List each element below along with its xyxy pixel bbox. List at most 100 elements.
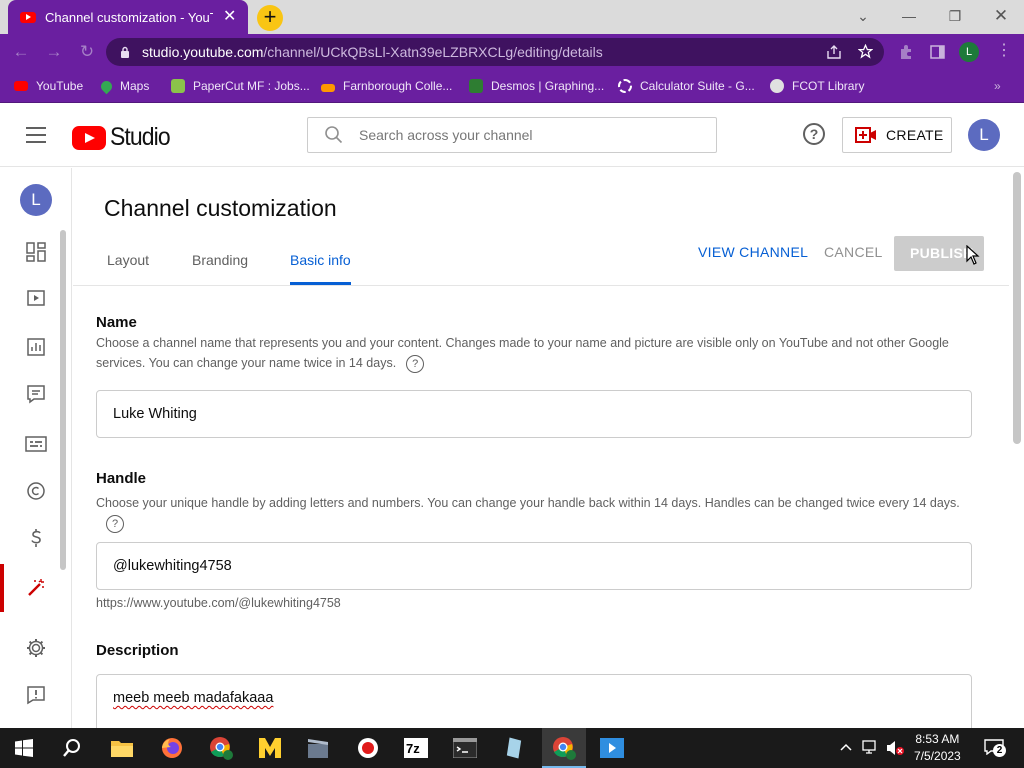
extensions-puzzle-icon[interactable] bbox=[898, 44, 914, 60]
svg-text:7z: 7z bbox=[406, 741, 420, 756]
name-section-title: Name bbox=[96, 314, 137, 331]
taskbar-chrome[interactable] bbox=[546, 732, 582, 764]
sidebar-item-comments[interactable] bbox=[24, 382, 48, 406]
name-help-icon[interactable]: ? bbox=[406, 354, 425, 373]
browser-menu-icon[interactable]: ⋮ bbox=[996, 42, 1012, 60]
view-channel-button[interactable]: VIEW CHANNEL bbox=[698, 244, 808, 260]
sidebar-item-send-feedback[interactable] bbox=[24, 683, 48, 707]
tab-basic-info[interactable]: Basic info bbox=[290, 252, 351, 286]
bookmark-farnborough[interactable]: Farnborough Colle... bbox=[321, 76, 452, 96]
url-path: /channel/UCkQBsLl-Xatn39eLZBRXCLg/editin… bbox=[263, 44, 603, 60]
reload-icon[interactable]: ↻ bbox=[78, 43, 96, 61]
folder-icon bbox=[111, 741, 133, 757]
globe-icon bbox=[770, 79, 784, 93]
taskbar-firefox[interactable] bbox=[154, 732, 190, 764]
sidebar-item-settings[interactable] bbox=[24, 636, 48, 660]
new-tab-button[interactable]: + bbox=[257, 5, 283, 31]
taskbar-video-editor[interactable] bbox=[300, 732, 336, 764]
taskbar-notes[interactable] bbox=[496, 732, 532, 764]
side-panel-icon[interactable] bbox=[930, 45, 945, 59]
bookmark-papercut[interactable]: PaperCut MF : Jobs... bbox=[171, 76, 310, 96]
sidebar-item-subtitles[interactable] bbox=[24, 432, 48, 456]
address-bar[interactable]: studio.youtube.com/channel/UCkQBsLl-Xatn… bbox=[106, 38, 884, 66]
taskbar-terminal[interactable] bbox=[447, 732, 483, 764]
desmos-icon bbox=[469, 79, 483, 93]
tray-chevron-up-icon[interactable] bbox=[840, 743, 852, 751]
volume-muted-icon[interactable] bbox=[885, 740, 905, 756]
create-button[interactable]: CREATE bbox=[842, 117, 952, 153]
taskbar-chrome-profile[interactable] bbox=[203, 732, 239, 764]
handle-field[interactable]: @lukewhiting4758 bbox=[96, 542, 972, 590]
mouse-cursor-icon bbox=[966, 245, 980, 265]
sidebar-item-earn[interactable] bbox=[24, 526, 48, 550]
url-host: studio.youtube.com bbox=[142, 44, 264, 60]
taskbar-file-explorer[interactable] bbox=[104, 732, 140, 764]
tab-search-chevron-icon[interactable]: ⌄ bbox=[850, 5, 876, 27]
youtube-studio-logo[interactable]: Studio bbox=[72, 123, 175, 152]
tab-layout[interactable]: Layout bbox=[107, 252, 149, 286]
taskbar-recorder[interactable] bbox=[350, 732, 386, 764]
main-content: Channel customization Layout Branding Ba… bbox=[73, 168, 1009, 728]
bookmark-calculator-suite[interactable]: Calculator Suite - G... bbox=[618, 76, 755, 96]
search-input[interactable] bbox=[359, 127, 699, 143]
hamburger-menu-icon[interactable] bbox=[26, 127, 46, 143]
sidebar-scrollbar[interactable] bbox=[60, 230, 66, 570]
main-scrollbar[interactable] bbox=[1013, 172, 1021, 444]
forward-arrow-icon[interactable]: → bbox=[45, 43, 63, 61]
tab-branding[interactable]: Branding bbox=[192, 252, 248, 286]
sidebar-item-customization[interactable] bbox=[24, 576, 48, 600]
taskbar-7zip[interactable]: 7z bbox=[398, 732, 434, 764]
settings-gear-icon bbox=[27, 639, 45, 657]
bookmark-label: Desmos | Graphing... bbox=[491, 79, 605, 93]
share-icon[interactable] bbox=[826, 45, 842, 59]
earn-dollar-icon bbox=[31, 529, 41, 547]
back-arrow-icon[interactable]: ← bbox=[12, 43, 30, 61]
channel-avatar[interactable]: L bbox=[20, 184, 52, 216]
description-section-title: Description bbox=[96, 642, 179, 659]
close-window-button[interactable]: ✕ bbox=[988, 5, 1014, 27]
taskbar-miro[interactable] bbox=[252, 732, 288, 764]
tab-close-icon[interactable]: ✕ bbox=[223, 9, 236, 25]
windows-logo-icon bbox=[15, 739, 33, 757]
minimize-button[interactable]: — bbox=[896, 5, 922, 27]
sidebar-item-analytics[interactable] bbox=[24, 335, 48, 359]
taskbar-clock[interactable]: 8:53 AM 7/5/2023 bbox=[914, 731, 961, 765]
firefox-icon bbox=[162, 738, 182, 758]
sidebar-item-copyright[interactable] bbox=[24, 479, 48, 503]
taskbar-media-player[interactable] bbox=[594, 732, 630, 764]
profile-avatar[interactable]: L bbox=[959, 42, 979, 62]
subtitles-icon bbox=[25, 436, 47, 452]
bookmark-fcot-library[interactable]: FCOT Library bbox=[770, 76, 864, 96]
description-field[interactable]: meeb meeb madafakaaa bbox=[96, 674, 972, 728]
comments-icon bbox=[27, 385, 45, 404]
url-text: studio.youtube.com/channel/UCkQBsLl-Xatn… bbox=[142, 44, 603, 60]
handle-section-description: Choose your unique handle by adding lett… bbox=[96, 493, 966, 533]
name-field[interactable]: Luke Whiting bbox=[96, 390, 972, 438]
sidebar-item-dashboard[interactable] bbox=[24, 240, 48, 264]
logo-text: Studio bbox=[110, 123, 171, 151]
notification-center-button[interactable]: 2 bbox=[984, 739, 1006, 757]
bookmark-star-icon[interactable] bbox=[858, 44, 873, 59]
network-icon[interactable] bbox=[862, 740, 880, 756]
copyright-icon bbox=[27, 482, 45, 500]
account-avatar[interactable]: L bbox=[968, 119, 1000, 151]
youtube-favicon-icon bbox=[20, 11, 36, 23]
windows-start-button[interactable] bbox=[6, 732, 42, 764]
youtube-icon bbox=[14, 81, 28, 91]
clock-date: 7/5/2023 bbox=[914, 749, 961, 763]
help-icon[interactable]: ? bbox=[803, 123, 825, 145]
bookmark-desmos[interactable]: Desmos | Graphing... bbox=[469, 76, 604, 96]
restore-button[interactable]: ❐ bbox=[942, 5, 968, 27]
bookmark-maps[interactable]: Maps bbox=[98, 76, 149, 96]
cancel-button[interactable]: CANCEL bbox=[824, 244, 883, 260]
search-box[interactable] bbox=[307, 117, 717, 153]
7zip-icon: 7z bbox=[404, 738, 428, 758]
sidebar-item-content[interactable] bbox=[24, 286, 48, 310]
bookmarks-overflow-icon[interactable]: » bbox=[994, 76, 1001, 96]
browser-tab-strip: Channel customization - YouTube ✕ + ⌄ — … bbox=[0, 0, 1024, 34]
taskbar-search-button[interactable] bbox=[54, 732, 90, 764]
bookmark-youtube[interactable]: YouTube bbox=[14, 76, 83, 96]
handle-section-title: Handle bbox=[96, 470, 147, 487]
handle-help-icon[interactable]: ? bbox=[106, 514, 124, 533]
browser-tab-active[interactable]: Channel customization - YouTube ✕ bbox=[8, 0, 248, 34]
